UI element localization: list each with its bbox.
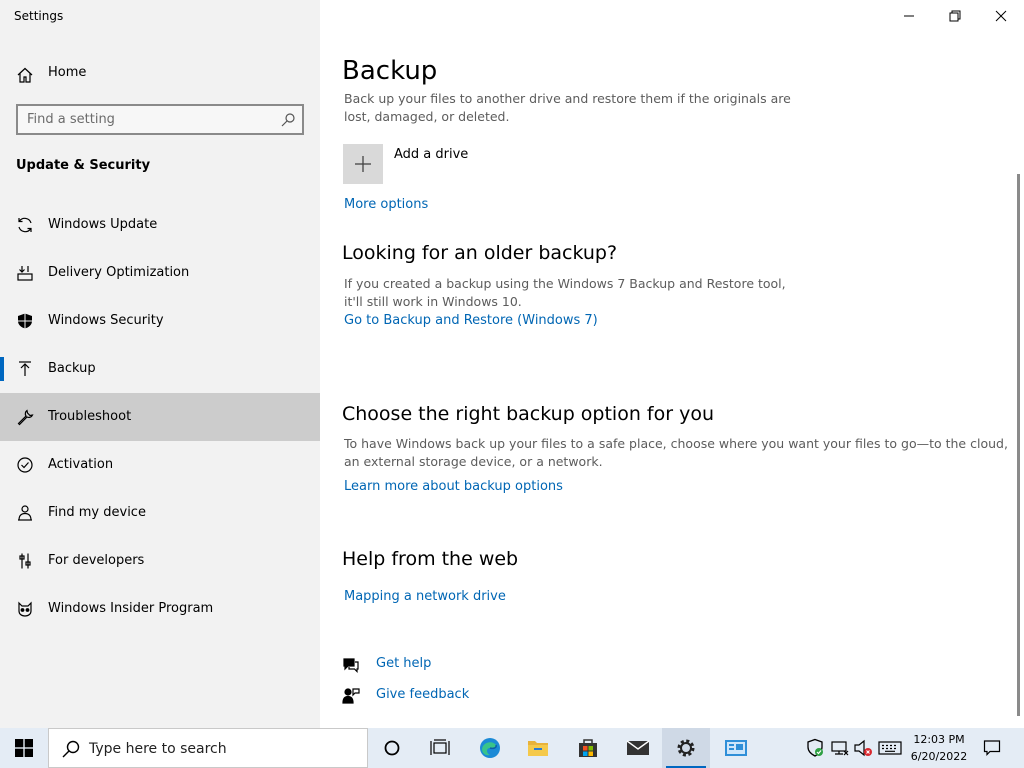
task-view-icon [430,739,450,755]
restore-button[interactable] [932,0,978,32]
check-circle-icon [17,457,33,473]
store-icon [579,739,597,757]
wrench-icon [17,409,34,426]
help-web-heading: Help from the web [342,548,519,570]
start-button[interactable] [0,728,48,768]
main-content: Backup Back up your files to another dri… [320,0,1024,728]
volume-muted-tray-icon[interactable] [853,738,873,758]
developer-sliders-icon [19,553,31,569]
shield-icon [18,313,32,329]
section-title: Update & Security [16,158,151,173]
home-icon [17,67,33,83]
person-locate-icon [18,505,32,521]
store-button[interactable] [564,728,612,768]
app-title: Settings [14,9,64,23]
sidebar-item-label: Backup [48,361,96,376]
sidebar-item-backup[interactable]: Backup [0,345,320,393]
mail-icon [626,740,650,755]
give-feedback-link[interactable]: Give feedback [376,687,469,702]
security-tray-icon[interactable] [805,738,825,758]
home-label: Home [48,65,87,80]
minimize-icon [904,15,914,17]
sidebar-item-label: Find my device [48,505,146,520]
close-button[interactable] [978,0,1024,32]
sidebar-item-label: Troubleshoot [48,409,132,424]
settings-icon [677,739,695,757]
sidebar-item-windows-insider-program[interactable]: Windows Insider Program [0,585,320,633]
older-backup-heading: Looking for an older backup? [342,242,618,264]
sidebar-item-troubleshoot[interactable]: Troubleshoot [0,393,320,441]
plus-icon [355,156,371,172]
find-setting-search[interactable] [16,104,304,135]
control-panel-icon [725,740,747,756]
get-help-icon [343,658,359,673]
sidebar-item-find-my-device[interactable]: Find my device [0,489,320,537]
close-icon [995,10,1007,22]
sidebar-item-label: Delivery Optimization [48,265,190,280]
clock-time: 12:03 PM [913,733,965,746]
file-explorer-button[interactable] [514,728,562,768]
insider-cat-icon [18,601,32,617]
backup-arrow-icon [19,361,31,376]
keyboard-tray-icon[interactable] [878,738,902,758]
sidebar-item-activation[interactable]: Activation [0,441,320,489]
vertical-scrollbar[interactable] [1017,174,1020,716]
mail-button[interactable] [614,728,662,768]
older-backup-text: If you created a backup using the Window… [344,276,786,309]
sidebar-item-label: Windows Security [48,313,164,328]
edge-button[interactable] [466,728,514,768]
edge-icon [480,738,500,758]
control-panel-button[interactable] [712,728,760,768]
clock-date: 6/20/2022 [910,750,968,763]
search-icon [281,113,295,127]
sidebar-item-windows-update[interactable]: Windows Update [0,201,320,249]
notification-icon [983,740,1001,756]
settings-button[interactable] [662,728,710,768]
sidebar-item-delivery-optimization[interactable]: Delivery Optimization [0,249,320,297]
give-feedback-icon [342,688,360,704]
restore-icon [949,10,961,22]
taskbar-search-text: Type here to search [89,741,227,757]
sidebar-item-label: Activation [48,457,114,472]
find-setting-input[interactable] [18,106,268,133]
sync-icon [18,217,32,233]
search-icon [62,740,80,758]
minimize-button[interactable] [886,0,932,32]
windows-logo-icon [15,739,33,757]
action-center-button[interactable] [976,728,1008,768]
cortana-button[interactable] [368,728,416,768]
learn-more-backup-link[interactable]: Learn more about backup options [344,479,563,494]
file-explorer-icon [528,741,548,756]
sidebar: Settings Home Update & Security Windows … [0,0,320,728]
backup-intro-text: Back up your files to another drive and … [344,91,791,124]
backup-and-restore-link[interactable]: Go to Backup and Restore (Windows 7) [344,313,598,328]
right-option-text: To have Windows back up your files to a … [344,436,1008,469]
page-title: Backup [342,56,438,86]
network-tray-icon[interactable] [830,738,850,758]
taskbar-clock[interactable]: 12:03 PM 6/20/2022 [904,731,974,765]
cortana-icon [384,740,400,756]
taskbar-search-box[interactable]: Type here to search [48,728,368,768]
more-options-link[interactable]: More options [344,197,428,212]
taskbar: Type here to search 12:03 PM 6/20/2022 [0,728,1024,768]
sidebar-item-label: For developers [48,553,145,568]
get-help-link[interactable]: Get help [376,656,431,671]
sidebar-item-windows-security[interactable]: Windows Security [0,297,320,345]
delivery-optimization-icon [17,266,33,281]
add-drive-label[interactable]: Add a drive [394,147,468,162]
sidebar-item-for-developers[interactable]: For developers [0,537,320,585]
mapping-network-drive-link[interactable]: Mapping a network drive [344,589,506,604]
add-drive-button[interactable] [343,144,383,184]
task-view-button[interactable] [416,728,464,768]
right-option-heading: Choose the right backup option for you [342,403,714,425]
sidebar-item-label: Windows Insider Program [48,601,214,616]
sidebar-item-label: Windows Update [48,217,158,232]
home-nav-item[interactable]: Home [0,55,320,93]
